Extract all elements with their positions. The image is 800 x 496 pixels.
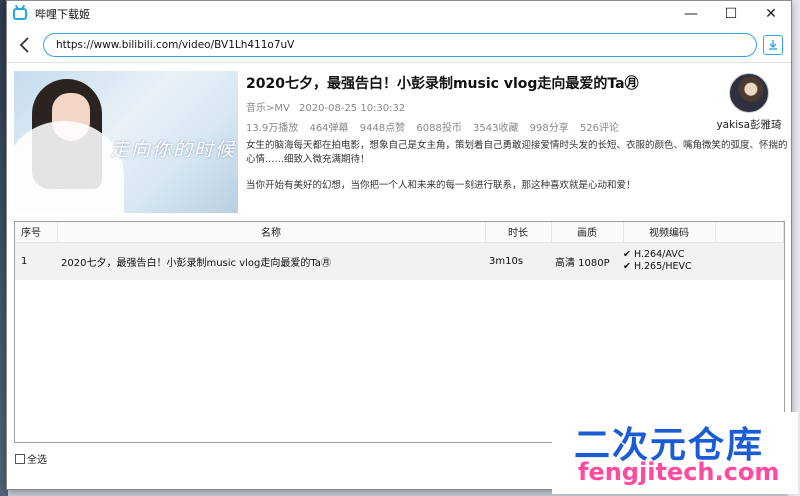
footer: 全选 bbox=[15, 451, 47, 466]
row-codecs: ✔ H.264/AVC ✔ H.265/HEVC bbox=[623, 242, 715, 280]
video-category-date: 音乐>MV 2020-08-25 10:30:32 bbox=[246, 99, 716, 114]
uploader[interactable]: yakisa彭雅琦 bbox=[714, 71, 784, 132]
back-button[interactable] bbox=[15, 34, 35, 56]
uploader-name[interactable]: yakisa彭雅琦 bbox=[714, 117, 784, 132]
video-category: 音乐>MV bbox=[246, 103, 290, 114]
video-stats: 13.9万播放 464弹幕 9448点赞 6088投币 3543收藏 998分享… bbox=[246, 119, 716, 134]
column-header-name[interactable]: 名称 bbox=[57, 222, 486, 243]
video-info-panel: 走向你的时候 2020七夕，最强告白！小彭录制music vlog走向最爱的Ta… bbox=[14, 71, 788, 213]
stat-comments: 526评论 bbox=[579, 123, 620, 134]
window-controls: — ☐ ✕ bbox=[671, 1, 791, 27]
check-icon: ✔ bbox=[623, 261, 631, 273]
description-paragraph: 当你开始有美好的幻想，当你把一个人和未来的每一刻进行联系，那这种喜欢就是心动和爱… bbox=[246, 180, 636, 191]
video-cover-image: 走向你的时候 bbox=[14, 71, 238, 213]
download-icon bbox=[769, 40, 777, 50]
url-input[interactable] bbox=[43, 32, 757, 57]
stat-favorites: 3543收藏 bbox=[473, 123, 519, 134]
column-header-codec[interactable]: 视频编码 bbox=[623, 222, 716, 243]
column-header-duration[interactable]: 时长 bbox=[485, 222, 552, 243]
row-duration: 3m10s bbox=[489, 255, 524, 267]
download-button[interactable] bbox=[763, 35, 783, 55]
url-bar bbox=[7, 27, 791, 63]
select-all-checkbox[interactable] bbox=[15, 453, 25, 464]
column-header-filler bbox=[715, 222, 784, 243]
stat-danmaku: 464弹幕 bbox=[309, 123, 349, 134]
window-title: 哔哩下载姬 bbox=[35, 8, 90, 21]
column-header-index[interactable]: 序号 bbox=[15, 222, 58, 243]
video-date: 2020-08-25 10:30:32 bbox=[299, 103, 406, 114]
row-index: 1 bbox=[21, 255, 28, 267]
chevron-left-icon bbox=[19, 36, 29, 53]
codec-label: H.264/AVC bbox=[634, 249, 685, 261]
codec-option[interactable]: ✔ H.264/AVC bbox=[623, 249, 715, 261]
site-watermark: 二次元仓库 fengjitech.com bbox=[552, 412, 798, 494]
video-meta: 2020七夕，最强告白！小彭录制music vlog走向最爱的Ta㊊ 音乐>MV… bbox=[246, 71, 788, 205]
close-button[interactable]: ✕ bbox=[751, 1, 791, 27]
cover-figure-veil bbox=[14, 121, 124, 213]
video-list-table: 序号 名称 时长 画质 视频编码 1 2020七夕，最强告白！小彭录制music… bbox=[14, 221, 785, 443]
check-icon: ✔ bbox=[623, 249, 631, 261]
codec-label: H.265/HEVC bbox=[634, 261, 692, 273]
row-name: 2020七夕，最强告白！小彭录制music vlog走向最爱的Ta㊊ bbox=[61, 257, 331, 269]
row-quality[interactable]: 高清 1080P bbox=[551, 242, 623, 280]
minimize-button[interactable]: — bbox=[671, 1, 711, 27]
title-bar: 哔哩下载姬 — ☐ ✕ bbox=[7, 1, 791, 27]
video-description: 女生的脑海每天都在拍电影，想象自己是女主角，策划着自己勇敢迎接爱情时头发的长短、… bbox=[246, 139, 791, 193]
column-header-quality[interactable]: 画质 bbox=[551, 222, 624, 243]
codec-option[interactable]: ✔ H.265/HEVC bbox=[623, 261, 715, 273]
stat-likes: 9448点赞 bbox=[359, 123, 406, 134]
stat-views: 13.9万播放 bbox=[246, 123, 299, 134]
table-header-row: 序号 名称 时长 画质 视频编码 bbox=[15, 222, 784, 243]
stat-shares: 998分享 bbox=[529, 123, 569, 134]
row-filler bbox=[715, 242, 784, 280]
app-tv-icon bbox=[13, 8, 27, 20]
uploader-avatar[interactable] bbox=[729, 73, 769, 113]
table-row[interactable]: 1 2020七夕，最强告白！小彭录制music vlog走向最爱的Ta㊊ 3m1… bbox=[15, 242, 784, 280]
description-paragraph: 女生的脑海每天都在拍电影，想象自己是女主角，策划着自己勇敢迎接爱情时头发的长短、… bbox=[246, 140, 788, 165]
cover-caption: 走向你的时候 bbox=[110, 139, 237, 161]
video-title: 2020七夕，最强告白！小彭录制music vlog走向最爱的Ta㊊ bbox=[246, 76, 639, 92]
maximize-button[interactable]: ☐ bbox=[711, 1, 751, 27]
stat-coins: 6088投币 bbox=[416, 123, 462, 134]
watermark-site: fengjitech.com bbox=[578, 458, 780, 486]
select-all-label[interactable]: 全选 bbox=[27, 451, 47, 466]
